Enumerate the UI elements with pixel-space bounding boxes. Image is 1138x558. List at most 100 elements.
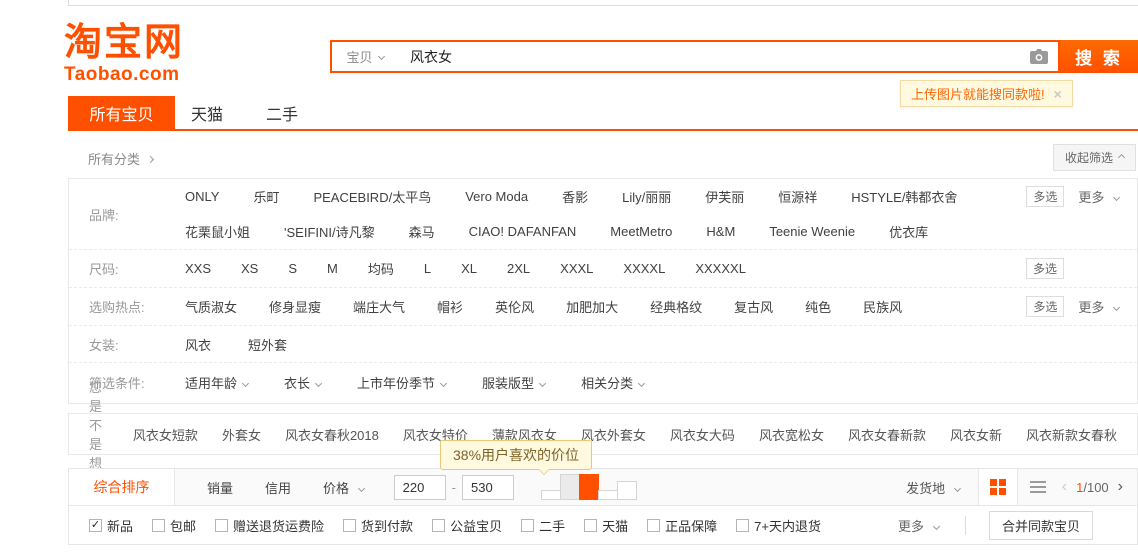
condition-dropdown[interactable]: 适用年龄 [185, 373, 248, 392]
size-multi-select-button[interactable]: 多选 [1026, 258, 1064, 279]
search-scope-dropdown[interactable]: 宝贝 [332, 42, 398, 71]
size-filter-link[interactable]: L [424, 261, 431, 276]
size-filter-link[interactable]: S [288, 261, 297, 276]
merge-same-items-button[interactable]: 合并同款宝贝 [989, 511, 1093, 540]
checkbox-item[interactable]: ✓新品 [89, 516, 133, 535]
brand-filter-link[interactable]: Vero Moda [465, 189, 528, 204]
hotspot-filter-link[interactable]: 修身显瘦 [269, 297, 321, 316]
price-histogram-bar[interactable] [541, 490, 561, 500]
suggest-link[interactable]: 风衣女大码 [670, 425, 735, 444]
sort-price[interactable]: 价格 [323, 478, 364, 497]
size-filter-link[interactable]: XXXXL [623, 261, 665, 276]
brand-filter-link[interactable]: HSTYLE/韩都衣舍 [851, 187, 957, 206]
hotspot-filter-link[interactable]: 经典格纹 [650, 297, 702, 316]
size-filter-link[interactable]: XS [241, 261, 258, 276]
womenswear-filter-link[interactable]: 风衣 [185, 335, 211, 354]
suggest-link[interactable]: 风衣女春秋2018 [285, 425, 379, 444]
checkbox-item[interactable]: 二手 [521, 516, 565, 535]
checkbox-item[interactable]: 正品保障 [647, 516, 717, 535]
hotspot-filter-link[interactable]: 端庄大气 [353, 297, 405, 316]
condition-dropdown[interactable]: 上市年份季节 [357, 373, 446, 392]
suggest-link[interactable]: 风衣女新 [950, 425, 1002, 444]
checkbox-item[interactable]: 赠送退货运费险 [215, 516, 324, 535]
brand-filter-link[interactable]: ONLY [185, 189, 219, 204]
footer-more-link[interactable]: 更多 [898, 516, 939, 535]
hotspot-filter-link[interactable]: 加肥加大 [566, 297, 618, 316]
brand-filter-link[interactable]: 优衣库 [889, 222, 928, 241]
brand-filter-link[interactable]: 花栗鼠小姐 [185, 222, 250, 241]
brand-filter-link[interactable]: 香影 [562, 187, 588, 206]
condition-dropdown[interactable]: 服装版型 [482, 373, 545, 392]
tab-all-items[interactable]: 所有宝贝 [68, 96, 175, 129]
checkbox[interactable] [584, 519, 597, 532]
hotspot-filter-link[interactable]: 帽衫 [437, 297, 463, 316]
suggest-link[interactable]: 外套女 [222, 425, 261, 444]
list-view-button[interactable] [1018, 481, 1058, 493]
taobao-logo[interactable]: 淘宝网 Taobao.com [64, 24, 184, 86]
hotspot-more-link[interactable]: 更多 [1078, 297, 1119, 316]
brand-filter-link[interactable]: 恒源祥 [778, 187, 817, 206]
brand-filter-link[interactable]: Teenie Weenie [769, 224, 855, 239]
checkbox[interactable] [343, 519, 356, 532]
brand-more-link[interactable]: 更多 [1078, 187, 1119, 206]
checkbox-item[interactable]: 包邮 [152, 516, 196, 535]
collapse-filters-button[interactable]: 收起筛选 [1053, 144, 1136, 171]
checkbox[interactable] [152, 519, 165, 532]
checkbox-item[interactable]: 7+天内退货 [736, 516, 821, 535]
brand-filter-link[interactable]: 伊芙丽 [705, 187, 744, 206]
brand-filter-link[interactable]: 森马 [409, 222, 435, 241]
price-histogram-bar[interactable] [579, 474, 599, 500]
size-filter-link[interactable]: XXXXXL [695, 261, 746, 276]
suggest-link[interactable]: 风衣新款女春秋 [1026, 425, 1117, 444]
hotspot-filter-link[interactable]: 纯色 [805, 297, 831, 316]
size-filter-link[interactable]: M [327, 261, 338, 276]
tab-tmall[interactable]: 天猫 [191, 96, 223, 129]
size-filter-link[interactable]: XL [461, 261, 477, 276]
hotspot-filter-link[interactable]: 民族风 [863, 297, 902, 316]
next-page-button[interactable]: › [1118, 478, 1123, 496]
checkbox[interactable]: ✓ [89, 519, 102, 532]
size-filter-link[interactable]: XXS [185, 261, 211, 276]
hotspot-filter-link[interactable]: 气质淑女 [185, 297, 237, 316]
search-button[interactable]: 搜 索 [1060, 40, 1138, 73]
condition-dropdown[interactable]: 相关分类 [581, 373, 644, 392]
ship-from-dropdown[interactable]: 发货地 [906, 478, 960, 497]
checkbox-item[interactable]: 货到付款 [343, 516, 413, 535]
hotspot-multi-select-button[interactable]: 多选 [1026, 296, 1064, 317]
price-histogram-bar[interactable] [598, 490, 618, 500]
image-search-button[interactable] [1020, 49, 1058, 65]
suggest-link[interactable]: 风衣女短款 [133, 425, 198, 444]
checkbox[interactable] [647, 519, 660, 532]
brand-filter-link[interactable]: 乐町 [253, 187, 279, 206]
brand-filter-link[interactable]: H&M [706, 224, 735, 239]
price-histogram-bar[interactable] [617, 481, 637, 500]
womenswear-filter-link[interactable]: 短外套 [248, 335, 287, 354]
price-min-input[interactable] [394, 475, 446, 500]
checkbox[interactable] [215, 519, 228, 532]
tab-secondhand[interactable]: 二手 [266, 96, 298, 129]
hotspot-filter-link[interactable]: 英伦风 [495, 297, 534, 316]
condition-dropdown[interactable]: 衣长 [284, 373, 321, 392]
price-max-input[interactable] [462, 475, 514, 500]
checkbox-item[interactable]: 天猫 [584, 516, 628, 535]
price-histogram-bar[interactable] [560, 474, 580, 500]
size-filter-link[interactable]: XXXL [560, 261, 593, 276]
sort-comprehensive-tab[interactable]: 综合排序 [69, 469, 175, 505]
brand-filter-link[interactable]: MeetMetro [610, 224, 672, 239]
size-filter-link[interactable]: 均码 [368, 259, 394, 278]
checkbox[interactable] [736, 519, 749, 532]
prev-page-button[interactable]: ‹ [1062, 478, 1067, 496]
all-categories-link[interactable]: 所有分类 [88, 149, 153, 168]
suggest-link[interactable]: 风衣女春新款 [848, 425, 926, 444]
search-input[interactable] [398, 42, 1020, 71]
brand-filter-link[interactable]: Lily/丽丽 [622, 187, 671, 206]
grid-view-button[interactable] [978, 469, 1018, 505]
close-icon[interactable]: × [1054, 86, 1062, 102]
hotspot-filter-link[interactable]: 复古风 [734, 297, 773, 316]
suggest-link[interactable]: 风衣宽松女 [759, 425, 824, 444]
sort-sales[interactable]: 销量 [207, 478, 233, 497]
checkbox-item[interactable]: 公益宝贝 [432, 516, 502, 535]
size-filter-link[interactable]: 2XL [507, 261, 530, 276]
checkbox[interactable] [521, 519, 534, 532]
brand-multi-select-button[interactable]: 多选 [1026, 186, 1064, 207]
